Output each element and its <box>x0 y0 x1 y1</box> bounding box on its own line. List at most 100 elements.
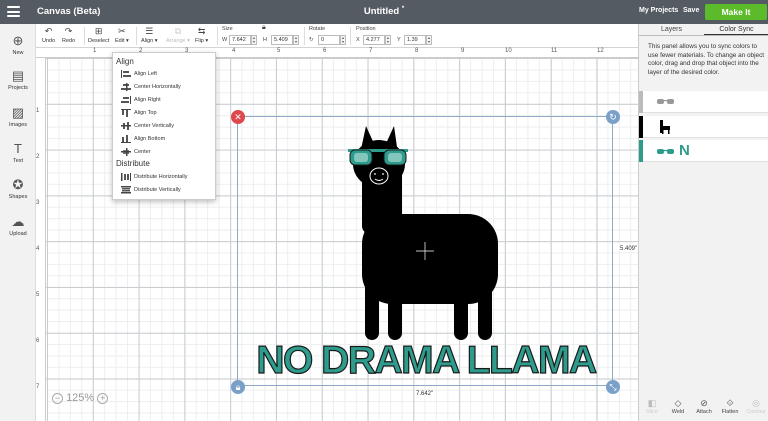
shapes-button[interactable]: ✪ Shapes <box>0 177 36 201</box>
slice-button[interactable]: ◧ Slice <box>639 397 665 415</box>
deselect-icon: ⊞ <box>94 26 103 36</box>
align-right-icon <box>121 95 131 104</box>
width-dimension-label: 7.642" <box>416 391 434 397</box>
top-bar: Canvas (Beta) Untitled * My Projects Sav… <box>0 0 768 24</box>
ruler-number: 4 <box>36 246 40 252</box>
projects-button[interactable]: ▤ Projects <box>0 68 36 92</box>
llama-thumbnail-icon <box>660 120 670 134</box>
align-button[interactable]: ☰ Align ▾ <box>141 26 158 44</box>
weld-icon: ◇ <box>674 398 682 408</box>
zoom-in-button[interactable]: + <box>97 392 109 404</box>
menu-item-center[interactable]: Center <box>121 147 151 158</box>
ruler-number: 10 <box>505 48 512 54</box>
layer-color-bar <box>639 91 643 113</box>
align-dropdown-menu: Align Align Left Center Horizontally Ali… <box>112 52 216 200</box>
align-bottom-icon <box>121 134 131 143</box>
menu-item-align-bottom[interactable]: Align Bottom <box>121 134 165 145</box>
sunglasses-icon <box>657 149 674 154</box>
menu-icon[interactable] <box>7 6 20 17</box>
image-icon: ▨ <box>11 105 25 120</box>
width-label: W <box>222 37 228 43</box>
make-it-button[interactable]: Make It <box>705 4 767 20</box>
edit-button[interactable]: ✂ Edit ▾ <box>115 26 129 44</box>
ruler-number: 8 <box>415 48 419 54</box>
projects-icon: ▤ <box>11 68 25 83</box>
rotate-label: Rotate <box>309 26 326 32</box>
layer-text-thumbnail: N <box>679 142 690 159</box>
deselect-button[interactable]: ⊞ Deselect <box>88 26 109 44</box>
ruler-number: 5 <box>36 292 40 298</box>
ruler-number: 1 <box>36 108 40 114</box>
ruler-number: 1 <box>93 48 97 54</box>
distribute-vertically-icon <box>121 185 131 194</box>
text-button[interactable]: T Text <box>0 142 36 165</box>
save-button[interactable]: Save <box>683 7 699 14</box>
align-top-icon <box>121 108 131 117</box>
flip-button[interactable]: ⇆ Flip ▾ <box>195 26 208 44</box>
menu-item-center-horizontally[interactable]: Center Horizontally <box>121 82 181 93</box>
height-field[interactable]: 5.409 <box>271 35 293 45</box>
color-layer-teal[interactable]: N <box>639 140 768 162</box>
ruler-number: 7 <box>36 384 40 390</box>
divider <box>84 27 85 45</box>
tabs-divider <box>639 35 768 36</box>
size-label: Size <box>222 26 233 32</box>
menu-item-align-left[interactable]: Align Left <box>121 69 157 80</box>
menu-item-align-top[interactable]: Align Top <box>121 108 157 119</box>
flatten-button[interactable]: ⟐ Flatten <box>717 397 743 415</box>
color-layer-black[interactable] <box>639 116 768 138</box>
tab-layers[interactable]: Layers <box>639 24 704 35</box>
attach-button[interactable]: ⊘ Attach <box>691 397 717 415</box>
contour-button[interactable]: ◎ Contour <box>743 397 768 415</box>
x-stepper[interactable]: ▴ ▾ <box>385 35 391 45</box>
color-layer-gray[interactable] <box>639 91 768 113</box>
right-panel: Layers Color Sync This panel allows you … <box>638 24 768 421</box>
layer-color-bar <box>639 116 643 138</box>
rotate-field[interactable]: 0 <box>318 35 340 45</box>
undo-button[interactable]: ↶ Undo <box>42 26 55 44</box>
images-button[interactable]: ▨ Images <box>0 105 36 129</box>
y-field[interactable]: 1.39 <box>404 35 426 45</box>
menu-item-distribute-horizontally[interactable]: Distribute Horizontally <box>121 172 188 183</box>
rotate-icon: ↻ <box>309 37 314 43</box>
tab-color-sync[interactable]: Color Sync <box>704 24 768 35</box>
resize-handle-icon[interactable]: ⤡ <box>606 380 620 394</box>
weld-button[interactable]: ◇ Weld <box>665 397 691 415</box>
distribute-heading: Distribute <box>116 159 150 168</box>
delete-handle-icon[interactable]: ✕ <box>231 110 245 124</box>
height-dimension-label: 5.409" <box>620 246 638 252</box>
zoom-out-button[interactable]: − <box>52 392 63 404</box>
shapes-icon: ✪ <box>12 177 24 192</box>
undo-icon: ↶ <box>44 26 53 36</box>
width-field[interactable]: 7.642 <box>229 35 251 45</box>
divider <box>217 27 218 45</box>
x-label: X <box>356 37 360 43</box>
bottom-tools: ◧ Slice ◇ Weld ⊘ Attach ⟐ Flatten ◎ Contour <box>639 397 768 421</box>
y-stepper[interactable]: ▴ ▾ <box>426 35 432 45</box>
width-stepper[interactable]: ▴ ▾ <box>251 35 257 45</box>
new-button[interactable]: ⊕ New <box>0 33 36 57</box>
redo-button[interactable]: ↷ Redo <box>62 26 75 44</box>
x-field[interactable]: 4.277 <box>363 35 385 45</box>
lock-handle-icon[interactable]: 🔒︎ <box>231 380 245 394</box>
zoom-control: − 125% + <box>52 392 109 404</box>
plus-circle-icon: ⊕ <box>12 33 24 48</box>
menu-item-align-right[interactable]: Align Right <box>121 95 161 106</box>
upload-button[interactable]: ☁ Upload <box>0 214 36 238</box>
my-projects-link[interactable]: My Projects <box>639 7 678 14</box>
ruler-number: 5 <box>277 48 281 54</box>
cloud-upload-icon: ☁ <box>11 214 25 229</box>
rotate-handle-icon[interactable]: ↻ <box>606 110 620 124</box>
document-title[interactable]: Untitled <box>364 6 399 17</box>
rotate-stepper[interactable]: ▴ ▾ <box>340 35 346 45</box>
left-sidebar: ⊕ New ▤ Projects ▨ Images T Text ✪ Shapes ☁ Up… <box>0 24 36 421</box>
menu-item-distribute-vertically[interactable]: Distribute Vertically <box>121 185 181 196</box>
selection-box[interactable] <box>237 116 613 386</box>
ruler-number: 6 <box>323 48 327 54</box>
ruler-number: 2 <box>36 154 40 160</box>
menu-item-center-vertically[interactable]: Center Vertically <box>121 121 174 132</box>
flip-icon: ⇆ <box>197 26 206 36</box>
arrange-button[interactable]: ⧉ Arrange ▾ <box>166 26 190 44</box>
lock-icon[interactable]: 🔒︎ <box>262 24 266 32</box>
height-stepper[interactable]: ▴ ▾ <box>293 35 299 45</box>
